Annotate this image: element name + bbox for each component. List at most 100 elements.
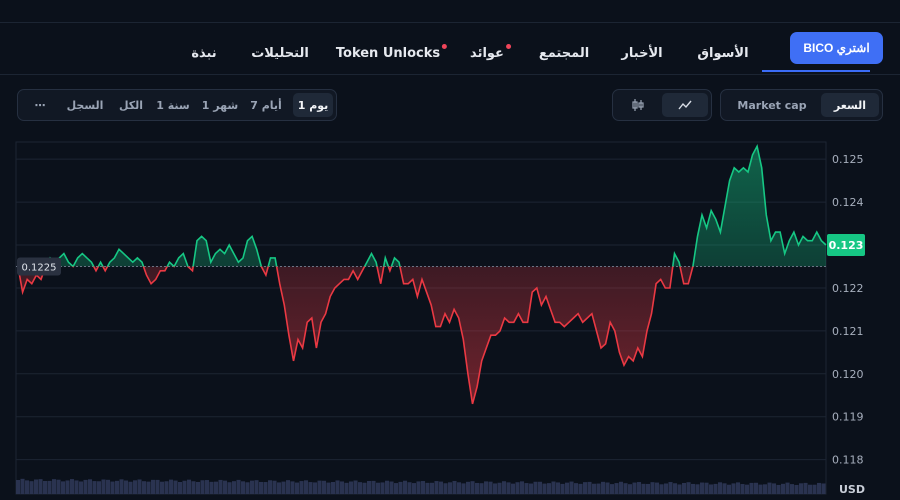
range-1-day[interactable]: 1 يوم	[293, 93, 333, 117]
range-log[interactable]: السجل	[60, 93, 110, 117]
volume-bar	[457, 482, 462, 494]
volume-bar	[236, 479, 241, 494]
volume-bar	[313, 482, 318, 494]
volume-bar	[817, 482, 822, 494]
top-divider	[0, 22, 900, 23]
range-1-year[interactable]: 1 سنة	[151, 93, 195, 117]
tab-markets[interactable]: الأسواق	[697, 46, 748, 61]
range-1-month[interactable]: 1 شهر	[198, 93, 242, 117]
range-all[interactable]: الكل	[114, 93, 148, 117]
y-tick-label: 0.122	[832, 282, 864, 295]
volume-bars	[16, 478, 826, 494]
volume-bar	[754, 482, 759, 494]
volume-bar	[538, 481, 543, 494]
volume-bar	[263, 482, 268, 494]
volume-bar	[520, 481, 525, 494]
volume-bar	[704, 482, 709, 494]
market-cap-option[interactable]: Market cap	[725, 93, 819, 117]
y-tick-label: 0.121	[832, 325, 864, 338]
volume-bar	[452, 480, 457, 494]
volume-bar	[124, 480, 129, 494]
volume-bar	[281, 481, 286, 494]
volume-bar	[241, 481, 246, 494]
volume-bar	[344, 482, 349, 494]
tab-news[interactable]: الأخبار	[621, 46, 662, 61]
active-tab-indicator	[762, 70, 870, 72]
volume-bar	[83, 479, 88, 494]
volume-bar	[43, 480, 48, 494]
volume-bar	[407, 482, 412, 494]
volume-bar	[322, 480, 327, 494]
volume-bar	[272, 480, 277, 494]
volume-bar	[785, 482, 790, 494]
volume-bar	[718, 482, 723, 494]
y-tick-label: 0.124	[832, 196, 864, 209]
volume-bar	[677, 484, 682, 494]
volume-bar	[821, 483, 826, 494]
line-chart-icon[interactable]	[662, 93, 708, 117]
volume-bar	[317, 480, 322, 494]
volume-bar	[133, 480, 138, 494]
volume-bar	[749, 482, 754, 494]
volume-bar	[763, 484, 768, 494]
volume-bar	[695, 484, 700, 494]
volume-bar	[673, 483, 678, 494]
volume-bar	[713, 483, 718, 494]
volume-bar	[596, 483, 601, 494]
y-tick-label: 0.125	[832, 153, 864, 166]
current-price-tag: 0.123	[827, 234, 865, 257]
volume-bar	[412, 483, 417, 494]
volume-bar	[191, 481, 196, 494]
volume-bar	[709, 484, 714, 494]
volume-bar	[434, 481, 439, 494]
volume-bar	[646, 483, 651, 494]
candlestick-icon[interactable]	[616, 93, 660, 117]
volume-bar	[259, 481, 264, 494]
volume-bar	[214, 481, 219, 494]
volume-bar	[209, 481, 214, 494]
range-7-days[interactable]: 7 أيام	[243, 93, 289, 117]
volume-bar	[20, 478, 25, 494]
volume-bar	[367, 481, 372, 494]
chart-style-toggle	[612, 89, 712, 121]
price-option[interactable]: السعر	[821, 93, 879, 117]
y-tick-label: 0.118	[832, 454, 864, 467]
volume-bar	[443, 483, 448, 494]
currency-label: USD	[839, 483, 865, 496]
volume-bar	[331, 482, 336, 494]
tab-token-unlocks[interactable]: Token Unlocks	[336, 44, 448, 61]
tab-label: المجتمع	[538, 46, 590, 61]
tab-about[interactable]: نبذة	[191, 46, 216, 61]
volume-bar	[574, 483, 579, 494]
volume-bar	[808, 484, 813, 494]
volume-bar	[205, 480, 210, 494]
volume-bar	[299, 481, 304, 494]
volume-bar	[466, 481, 471, 494]
volume-bar	[70, 479, 75, 494]
tab-yields[interactable]: عوائد	[470, 44, 511, 61]
volume-bar	[497, 482, 502, 494]
grid-lines	[16, 158, 826, 461]
buy-bico-button[interactable]: اشتري BICO	[790, 32, 883, 64]
volume-bar	[470, 481, 475, 494]
volume-bar	[394, 483, 399, 494]
volume-bar	[731, 483, 736, 494]
volume-bar	[119, 479, 124, 494]
volume-bar	[61, 481, 66, 494]
tab-analytics[interactable]: التحليلات	[251, 46, 309, 61]
volume-bar	[196, 481, 201, 494]
tab-community[interactable]: المجتمع	[539, 46, 589, 61]
volume-bar	[92, 481, 97, 494]
volume-bar	[218, 479, 223, 494]
volume-bar	[533, 481, 538, 494]
volume-bar	[88, 479, 93, 494]
volume-bar	[286, 480, 291, 494]
volume-bar	[56, 479, 61, 494]
price-chart: 0.118 0.119 0.120 0.121 0.122 0.123 0.124 0.125…	[15, 141, 865, 495]
volume-bar	[65, 480, 70, 494]
volume-bar	[488, 481, 493, 494]
more-options-icon[interactable]: ⋯	[26, 93, 54, 117]
volume-bar	[448, 482, 453, 494]
new-indicator-dot	[505, 44, 511, 49]
volume-bar	[529, 483, 534, 494]
